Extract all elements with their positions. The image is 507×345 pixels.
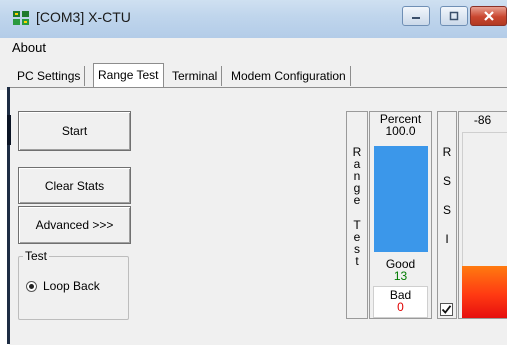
good-count: 13 (393, 269, 408, 283)
tab-modem-configuration[interactable]: Modem Configuration (227, 66, 351, 86)
window-title: [COM3] X-CTU (36, 9, 131, 25)
test-group-label: Test (23, 249, 50, 263)
loop-back-label[interactable]: Loop Back (43, 279, 100, 293)
percent-bar-fill (374, 146, 428, 252)
panel-edge-notch (7, 115, 11, 145)
maximize-icon (449, 11, 459, 21)
tab-terminal[interactable]: Terminal (168, 66, 223, 86)
xctu-app-icon (13, 11, 29, 25)
rssi-value: -86 (473, 113, 492, 127)
loop-back-radio-dot (29, 284, 34, 289)
range-test-vertical-label: R a n g e T e s t (352, 145, 362, 268)
menu-about[interactable]: About (12, 40, 46, 55)
advanced-button[interactable]: Advanced >>> (18, 206, 131, 244)
start-button[interactable]: Start (18, 111, 131, 151)
close-icon (483, 11, 494, 21)
menu-bar (0, 38, 507, 61)
rssi-vertical-label: R S S I (442, 145, 452, 246)
minimize-button[interactable] (402, 6, 430, 26)
bad-count: 0 (397, 300, 404, 314)
checkmark-icon (441, 305, 452, 314)
percent-value: 100.0 (385, 124, 416, 138)
close-button[interactable] (470, 6, 507, 26)
rssi-bar-fill (462, 266, 507, 318)
clear-stats-button[interactable]: Clear Stats (18, 167, 131, 204)
minimize-icon (412, 17, 420, 19)
maximize-button[interactable] (440, 6, 468, 26)
tab-range-test[interactable]: Range Test (93, 63, 164, 87)
tab-pc-settings[interactable]: PC Settings (13, 66, 86, 86)
rssi-checkbox[interactable] (440, 303, 453, 316)
